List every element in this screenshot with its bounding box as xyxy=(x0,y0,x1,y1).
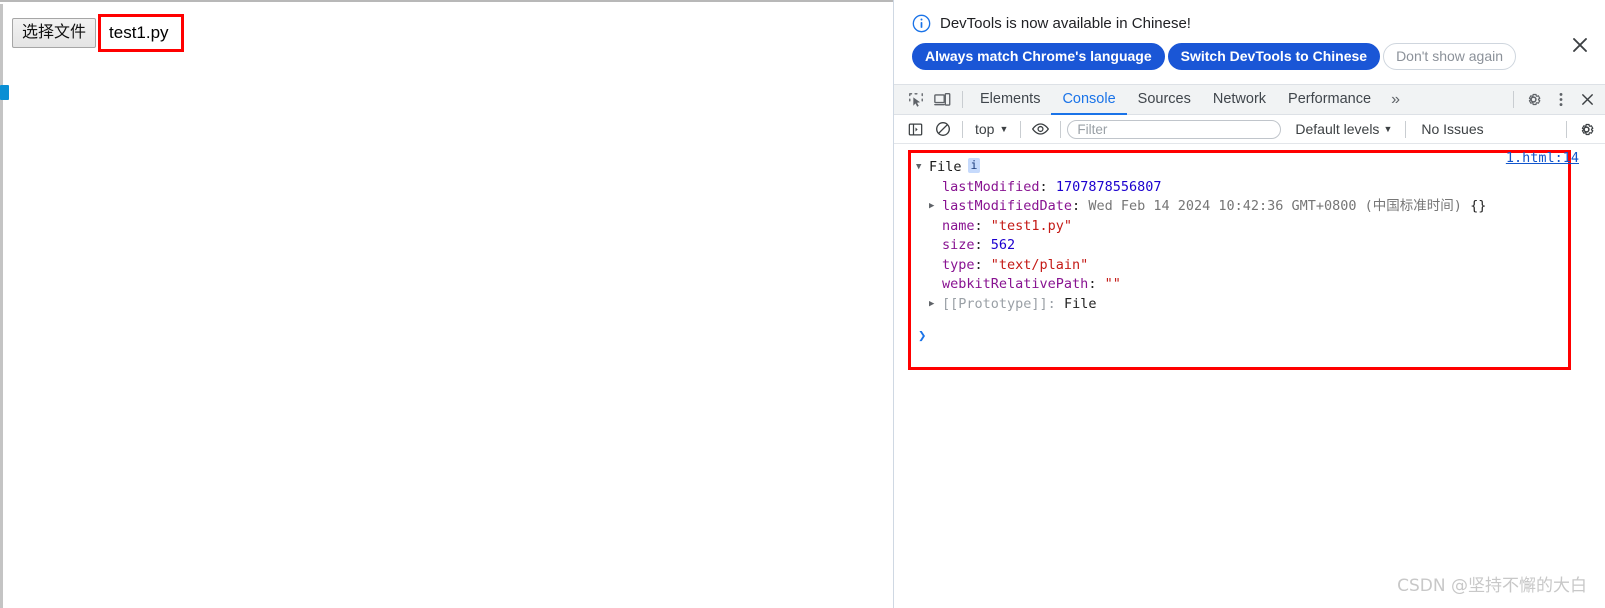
property-name: name: "test1.py" xyxy=(942,217,1073,234)
selected-file-name: test1.py xyxy=(109,23,169,42)
choose-file-button[interactable]: 选择文件 xyxy=(12,18,97,48)
property-type: type: "text/plain" xyxy=(942,256,1089,273)
property-value: File xyxy=(1063,295,1097,312)
page-scroll-handle[interactable] xyxy=(0,85,9,100)
choose-file-label: 选择文件 xyxy=(22,22,87,41)
issues-status[interactable]: No Issues xyxy=(1412,121,1492,137)
property-key: lastModified xyxy=(942,178,1040,195)
expand-triangle-icon[interactable]: ▼ xyxy=(916,158,929,178)
notice-message: DevTools is now available in Chinese! xyxy=(940,15,1191,32)
object-info-badge[interactable]: i xyxy=(967,158,981,173)
property-value: "" xyxy=(1104,276,1121,292)
watermark: CSDN @坚持不懈的大白 xyxy=(1397,576,1587,596)
tabbar-divider xyxy=(962,91,963,108)
property-value-suffix: {} xyxy=(1470,198,1487,214)
property-key: lastModifiedDate xyxy=(942,198,1073,214)
tab-network[interactable]: Network xyxy=(1202,84,1277,115)
chevron-down-icon: ▼ xyxy=(999,123,1009,134)
live-expression-icon[interactable] xyxy=(1027,116,1054,142)
info-circle-icon xyxy=(912,14,931,33)
expand-triangle-icon[interactable]: ▶ xyxy=(929,295,942,315)
console-log-levels-value: Default levels xyxy=(1295,121,1380,137)
tabbar-divider-right xyxy=(1513,91,1514,108)
property-value: 1707878556807 xyxy=(1055,178,1162,195)
console-context-value: top xyxy=(975,121,995,137)
expand-triangle-icon[interactable]: ▶ xyxy=(929,197,942,217)
console-toolbar-divider-4 xyxy=(1405,120,1407,138)
devtools-tab-bar: Elements Console Sources Network Perform… xyxy=(894,84,1605,115)
kebab-menu-icon[interactable] xyxy=(1547,87,1574,113)
notice-action-buttons: Always match Chrome's language Switch De… xyxy=(912,43,1591,70)
property-value: 562 xyxy=(990,237,1016,253)
property-value: Wed Feb 14 2024 10:42:36 GMT+0800 (中国标准时… xyxy=(1088,198,1462,214)
property-lastModified: lastModified: 1707878556807 xyxy=(942,178,1162,195)
console-toolbar-divider-2 xyxy=(1020,120,1022,138)
close-icon[interactable] xyxy=(1574,87,1601,113)
property-lastModifiedDate[interactable]: ▶ lastModifiedDate: Wed Feb 14 2024 10:4… xyxy=(916,197,1581,217)
property-key: [[Prototype]] xyxy=(942,295,1048,312)
clear-console-icon[interactable] xyxy=(929,116,956,142)
switch-devtools-to-chinese-button[interactable]: Switch DevTools to Chinese xyxy=(1167,43,1381,70)
console-log-levels-selector[interactable]: Default levels ▼ xyxy=(1288,121,1399,137)
property-size: size: 562 xyxy=(942,237,1016,253)
tab-performance[interactable]: Performance xyxy=(1277,84,1382,115)
console-message-area: 1.html:14 ▼ File i lastModified: 1707878… xyxy=(894,144,1605,608)
always-match-language-button[interactable]: Always match Chrome's language xyxy=(912,43,1165,70)
console-toolbar-divider-3 xyxy=(1060,120,1062,138)
file-input-control[interactable]: 选择文件 test1.py xyxy=(12,14,184,52)
console-toolbar: top ▼ Default levels ▼ No Issues xyxy=(894,115,1605,144)
chevron-down-icon: ▼ xyxy=(1383,123,1393,134)
dont-show-again-button[interactable]: Don't show again xyxy=(1383,43,1517,70)
property-value: "text/plain" xyxy=(990,256,1089,273)
web-page-viewport: 选择文件 test1.py xyxy=(0,0,893,608)
devtools-panel: DevTools is now available in Chinese! Al… xyxy=(893,0,1605,608)
gear-icon[interactable] xyxy=(1573,116,1600,142)
property-key: size xyxy=(942,237,975,253)
tab-sources[interactable]: Sources xyxy=(1127,84,1202,115)
console-filter-input[interactable] xyxy=(1067,119,1282,139)
more-tabs-icon[interactable]: » xyxy=(1382,84,1409,115)
close-icon[interactable] xyxy=(1568,33,1592,57)
property-webkitRelativePath: webkitRelativePath: "" xyxy=(942,276,1121,292)
console-settings-group xyxy=(1560,116,1600,142)
console-input-prompt[interactable]: ❯ xyxy=(918,328,926,344)
property-prototype[interactable]: ▶ [[Prototype]]: File xyxy=(916,295,1581,315)
property-key: type xyxy=(942,256,975,273)
notice-message-row: DevTools is now available in Chinese! xyxy=(912,14,1591,33)
gear-icon[interactable] xyxy=(1520,87,1547,113)
console-toolbar-divider-5 xyxy=(1566,120,1567,138)
console-context-selector[interactable]: top ▼ xyxy=(969,121,1014,137)
devtools-language-notice: DevTools is now available in Chinese! Al… xyxy=(894,0,1605,84)
console-sidebar-icon[interactable] xyxy=(902,116,929,142)
console-toolbar-divider-1 xyxy=(962,120,963,138)
property-key: webkitRelativePath xyxy=(942,276,1089,292)
object-type-name: File xyxy=(929,159,962,175)
console-log-entry: ▼ File i lastModified: 1707878556807 ▶ l… xyxy=(916,158,1581,314)
property-key: name xyxy=(942,217,975,234)
property-value: "test1.py" xyxy=(990,217,1073,234)
tabbar-right-actions xyxy=(1507,87,1601,113)
tab-console[interactable]: Console xyxy=(1051,84,1127,115)
device-toolbar-icon[interactable] xyxy=(929,87,956,113)
object-header-row[interactable]: ▼ File i xyxy=(916,158,1581,178)
tab-elements[interactable]: Elements xyxy=(969,84,1051,115)
selected-file-name-highlight: test1.py xyxy=(98,14,184,52)
inspect-element-icon[interactable] xyxy=(902,87,929,113)
